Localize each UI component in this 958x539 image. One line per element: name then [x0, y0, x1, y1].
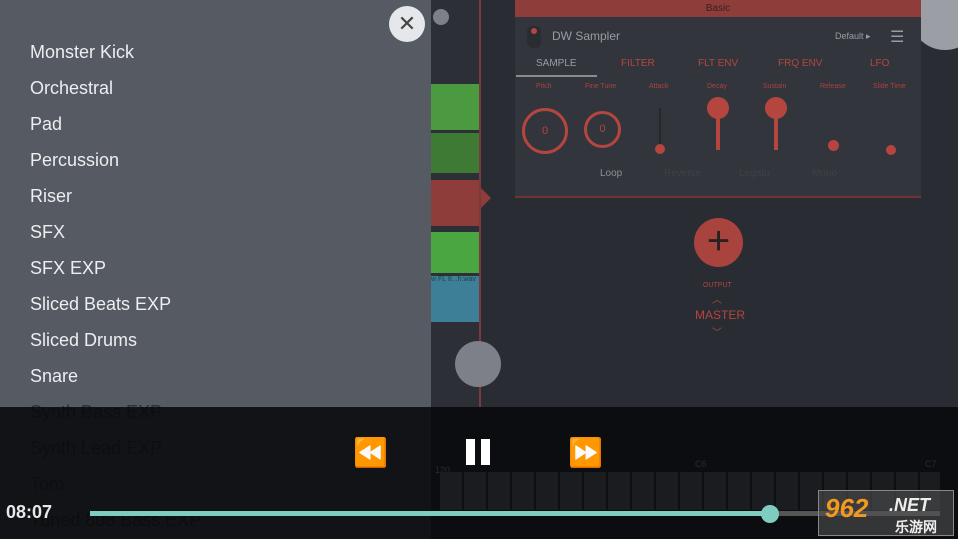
preset-label: Default — [835, 31, 864, 41]
param-label: Decay — [707, 83, 727, 90]
tab-filter[interactable]: FILTER — [621, 58, 655, 69]
list-item[interactable]: Sliced Drums — [30, 330, 137, 351]
panel-header: Basic — [515, 0, 921, 17]
list-item[interactable]: Monster Kick — [30, 42, 134, 63]
rewind-icon[interactable]: ⏪ — [353, 436, 388, 469]
list-item[interactable]: SFX — [30, 222, 65, 243]
list-item[interactable]: Snare — [30, 366, 78, 387]
param-label: Attack — [649, 83, 669, 90]
pitch-knob[interactable]: 0 — [522, 108, 568, 154]
add-track-button[interactable] — [455, 341, 501, 387]
synth-panel: Basic DW Sampler Default ▸ ☰ SAMPLE FILT… — [515, 0, 921, 198]
video-controls-overlay: 120 C6 C7 — [0, 407, 958, 539]
loop-toggle[interactable]: Loop — [600, 168, 622, 179]
param-label: Pitch — [536, 83, 552, 90]
list-item[interactable]: Orchestral — [30, 78, 113, 99]
selected-arrow-icon — [481, 188, 491, 208]
seek-thumb[interactable] — [761, 505, 779, 523]
tab-frq-env[interactable]: FRQ ENV — [778, 58, 822, 69]
pattern-clip[interactable] — [431, 180, 479, 226]
tab-lfo[interactable]: LFO — [870, 58, 889, 69]
add-output-button[interactable]: + — [694, 218, 743, 267]
chevron-up-icon[interactable]: ︿ — [712, 291, 722, 306]
chevron-down-icon[interactable]: ﹀ — [712, 324, 722, 339]
param-label: Slide Time — [873, 83, 906, 90]
seek-progress — [90, 511, 770, 516]
param-label: Release — [820, 83, 846, 90]
close-button[interactable]: ✕ — [389, 6, 425, 42]
fast-forward-icon[interactable]: ⏩ — [568, 436, 603, 469]
slide-time-slider[interactable] — [886, 145, 896, 155]
mono-toggle[interactable]: Mono — [812, 168, 837, 179]
menu-icon[interactable]: ☰ — [890, 27, 904, 47]
instrument-name: DW Sampler — [552, 29, 621, 43]
output-value[interactable]: MASTER — [695, 308, 745, 322]
decay-slider[interactable] — [707, 97, 729, 119]
watermark-logo: 962 .NET 乐游网 — [818, 490, 954, 536]
output-label: OUTPUT — [703, 282, 732, 289]
list-item[interactable]: Pad — [30, 114, 62, 135]
pause-button[interactable] — [466, 439, 492, 465]
track-lane: w FL 8...h.wav — [431, 0, 501, 407]
tab-flt-env[interactable]: FLT ENV — [698, 58, 738, 69]
elapsed-time: 08:07 — [6, 502, 53, 522]
sustain-slider[interactable] — [765, 97, 787, 119]
pitch-value: 0 — [541, 125, 549, 137]
active-tab-indicator — [516, 75, 597, 77]
power-toggle[interactable] — [527, 26, 541, 48]
note-c6: C6 — [695, 459, 707, 469]
release-slider[interactable] — [828, 140, 839, 151]
pattern-clip[interactable] — [431, 84, 479, 130]
fine-tune-value: 0 — [599, 123, 606, 135]
note-c7: C7 — [925, 459, 937, 469]
param-label: Sustain — [763, 83, 787, 90]
list-item[interactable]: Sliced Beats EXP — [30, 294, 171, 315]
preset-selector[interactable]: Default ▸ — [835, 31, 871, 42]
list-item[interactable]: SFX EXP — [30, 258, 106, 279]
legato-toggle[interactable]: Legato — [739, 168, 770, 179]
audio-clip[interactable]: w FL 8...h.wav — [431, 276, 479, 322]
list-item[interactable]: Riser — [30, 186, 72, 207]
param-label: Fine Tune — [585, 83, 617, 90]
tab-sample[interactable]: SAMPLE — [536, 58, 577, 69]
clip-label: w FL 8...h.wav — [431, 276, 476, 283]
pattern-clip[interactable] — [431, 232, 479, 273]
track-marker[interactable] — [433, 9, 449, 25]
fine-tune-knob[interactable]: 0 — [584, 111, 621, 148]
attack-slider[interactable] — [655, 144, 665, 154]
pattern-clip[interactable] — [431, 133, 479, 173]
list-item[interactable]: Percussion — [30, 150, 119, 171]
reverse-toggle[interactable]: Reverse — [664, 168, 701, 179]
